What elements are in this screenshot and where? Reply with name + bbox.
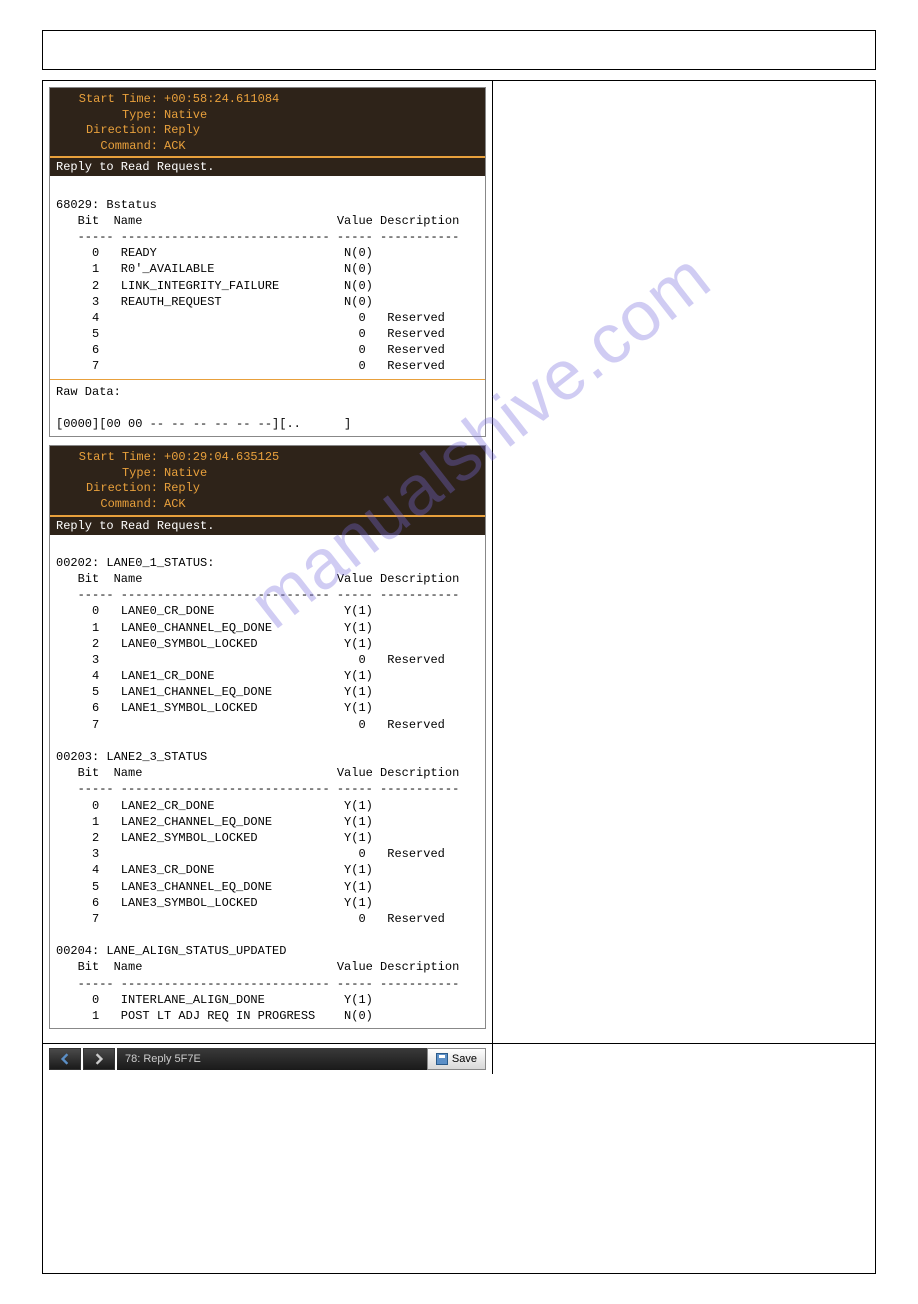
next-button[interactable] <box>83 1048 115 1070</box>
panel2-body: 00202: LANE0_1_STATUS: Bit Name Value De… <box>50 535 485 1029</box>
nav-label: 78: Reply 5F7E <box>117 1048 427 1070</box>
hdr-label: Command: <box>58 497 158 513</box>
save-button[interactable]: Save <box>427 1048 486 1070</box>
panel-bstatus: Start Time:+00:58:24.611084 Type:Native … <box>49 87 486 437</box>
hdr-label: Direction: <box>58 481 158 497</box>
hdr-label: Command: <box>58 139 158 155</box>
hdr-label: Start Time: <box>58 92 158 108</box>
hdr-value: Reply <box>164 481 200 497</box>
top-empty-box <box>42 30 876 70</box>
hdr-value: Reply <box>164 123 200 139</box>
hdr-value: +00:29:04.635125 <box>164 450 279 466</box>
save-icon <box>436 1053 448 1065</box>
chevron-left-icon <box>59 1053 71 1065</box>
panel1-header: Start Time:+00:58:24.611084 Type:Native … <box>50 88 485 156</box>
panel2-subheader: Reply to Read Request. <box>50 517 485 535</box>
panel2-header: Start Time:+00:29:04.635125 Type:Native … <box>50 446 485 514</box>
panel1-body2: Raw Data: [0000][00 00 -- -- -- -- -- --… <box>50 380 485 437</box>
hdr-value: Native <box>164 108 207 124</box>
chevron-right-icon <box>93 1053 105 1065</box>
hdr-label: Type: <box>58 108 158 124</box>
hdr-value: ACK <box>164 497 186 513</box>
hdr-value: ACK <box>164 139 186 155</box>
hdr-value: Native <box>164 466 207 482</box>
hdr-label: Start Time: <box>58 450 158 466</box>
panel-lane-status: Start Time:+00:29:04.635125 Type:Native … <box>49 445 486 1029</box>
right-empty-col <box>493 81 875 1043</box>
hdr-value: +00:58:24.611084 <box>164 92 279 108</box>
hdr-label: Type: <box>58 466 158 482</box>
panel1-subheader: Reply to Read Request. <box>50 158 485 176</box>
hdr-label: Direction: <box>58 123 158 139</box>
save-label: Save <box>452 1053 477 1065</box>
panel1-body1: 68029: Bstatus Bit Name Value Descriptio… <box>50 176 485 378</box>
prev-button[interactable] <box>49 1048 81 1070</box>
